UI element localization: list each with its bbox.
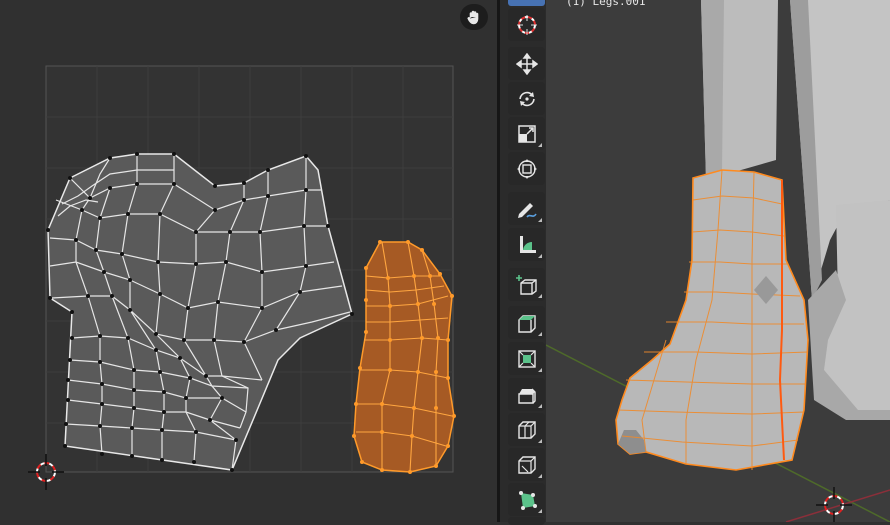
inset-tool[interactable] (508, 342, 545, 375)
active-tool-indicator (508, 0, 545, 6)
tool-overflow[interactable] (508, 517, 545, 525)
loop-cut-tool[interactable] (508, 413, 545, 446)
selected-foot-mesh (615, 169, 809, 471)
poly-build-icon (518, 490, 537, 510)
inset-icon (517, 349, 536, 368)
viewport-canvas[interactable] (546, 0, 890, 522)
pencil-icon (517, 202, 537, 218)
knife-icon (517, 455, 536, 474)
knife-tool[interactable] (508, 448, 545, 481)
cursor-icon (516, 14, 537, 35)
rotate-icon (518, 91, 535, 106)
scale-icon (517, 124, 536, 143)
transform-icon (516, 158, 537, 179)
extrude-icon (517, 314, 536, 333)
uv-island-selected (352, 240, 456, 474)
uv-editor[interactable] (0, 0, 497, 522)
loop-cut-icon (517, 420, 536, 439)
ruler-icon (519, 235, 536, 253)
viewport-3d-cursor-icon[interactable] (816, 487, 852, 522)
bevel-tool[interactable] (508, 378, 545, 411)
measure-tool[interactable] (508, 228, 545, 261)
transform-tool[interactable] (508, 152, 545, 185)
object-name-label: (1) Legs.001 (566, 0, 646, 8)
rotate-tool[interactable] (508, 82, 545, 115)
hand-pan-button[interactable] (460, 4, 488, 30)
tool-shelf (500, 0, 550, 525)
annotate-tool[interactable] (508, 192, 545, 225)
cursor-tool[interactable] (508, 8, 545, 41)
bevel-icon (517, 388, 536, 404)
uv-canvas[interactable] (0, 0, 497, 522)
scale-tool[interactable] (508, 117, 545, 150)
poly-build-tool[interactable] (508, 483, 545, 516)
add-cube-icon (515, 274, 537, 295)
move-tool[interactable] (508, 47, 545, 80)
add-cube-tool[interactable] (508, 268, 545, 301)
3d-viewport[interactable]: (1) Legs.001 (546, 0, 890, 522)
move-arrows-icon (515, 52, 538, 75)
extrude-tool[interactable] (508, 306, 545, 339)
hand-icon (467, 10, 479, 25)
